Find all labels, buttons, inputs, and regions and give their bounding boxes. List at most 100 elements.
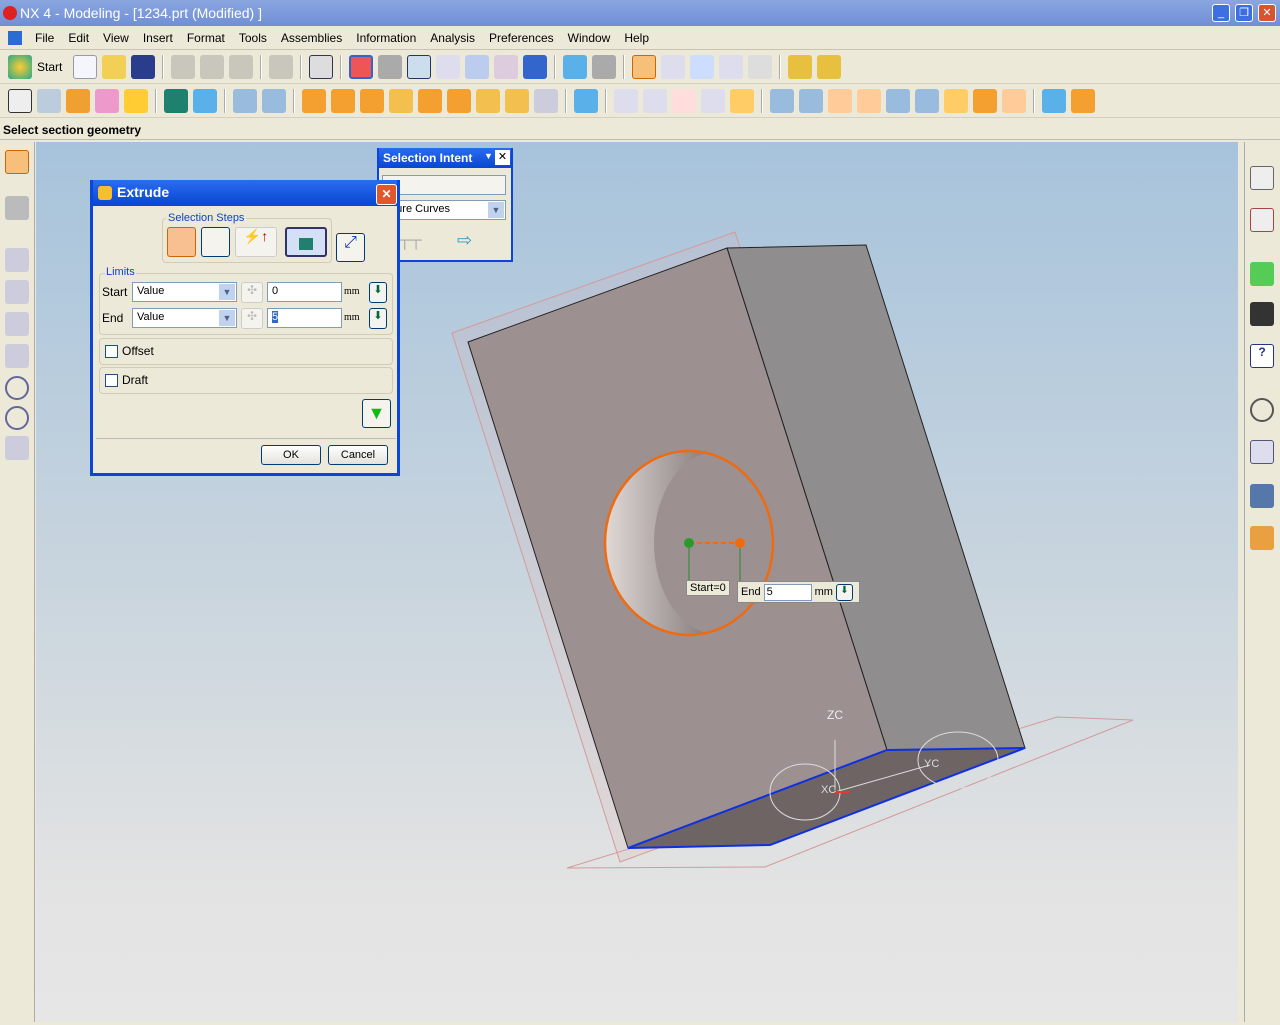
- revolve-icon[interactable]: [66, 89, 90, 113]
- boolean-icon[interactable]: [164, 89, 188, 113]
- history-icon[interactable]: [1250, 398, 1274, 422]
- crosshair-icon[interactable]: [5, 436, 29, 460]
- offset-face-icon[interactable]: [476, 89, 500, 113]
- fit-icon[interactable]: [349, 55, 374, 79]
- web-browser-icon[interactable]: [1250, 262, 1274, 286]
- line-chain-icon[interactable]: [5, 280, 29, 304]
- section-step-button[interactable]: [167, 227, 196, 257]
- process-studio-icon[interactable]: [1250, 484, 1274, 508]
- expand-dialog-button[interactable]: ▼: [362, 399, 391, 428]
- curve-icon[interactable]: [5, 312, 29, 336]
- sweep-icon[interactable]: [95, 89, 119, 113]
- end-type-select[interactable]: Value ▼: [132, 308, 237, 328]
- chamfer-icon[interactable]: [331, 89, 355, 113]
- edge-blend-icon[interactable]: [302, 89, 326, 113]
- arc-icon[interactable]: [643, 89, 667, 113]
- ok-button[interactable]: OK: [261, 445, 321, 465]
- spline-icon[interactable]: [701, 89, 725, 113]
- boss-icon[interactable]: [262, 89, 286, 113]
- sketch-icon[interactable]: [8, 89, 32, 113]
- bounded-plane-icon[interactable]: [886, 89, 910, 113]
- training-icon[interactable]: [1250, 302, 1274, 326]
- menu-assemblies[interactable]: Assemblies: [274, 31, 349, 45]
- project-curve-icon[interactable]: [730, 89, 754, 113]
- offset-curve-icon[interactable]: [672, 89, 696, 113]
- render-style-icon[interactable]: [592, 55, 617, 79]
- minimize-button[interactable]: _: [1212, 4, 1230, 22]
- start-button[interactable]: Start: [37, 60, 62, 74]
- pocket-icon[interactable]: [418, 89, 442, 113]
- split-icon[interactable]: [534, 89, 558, 113]
- surface-icon[interactable]: [770, 89, 794, 113]
- end-tag-input[interactable]: 5: [763, 583, 812, 601]
- open-icon[interactable]: [102, 55, 127, 79]
- measure-angle-icon[interactable]: [817, 55, 842, 79]
- close-button[interactable]: ✕: [1258, 4, 1276, 22]
- menu-preferences[interactable]: Preferences: [482, 31, 561, 45]
- draft-checkbox[interactable]: [105, 374, 118, 387]
- cancel-button[interactable]: Cancel: [328, 445, 388, 465]
- snap-point-icon[interactable]: [661, 55, 686, 79]
- part-navigator-icon[interactable]: [1250, 208, 1274, 232]
- offset-checkbox[interactable]: [105, 345, 118, 358]
- menu-file[interactable]: File: [28, 31, 61, 45]
- help-icon[interactable]: ?: [1250, 344, 1274, 368]
- through-curves-icon[interactable]: [828, 89, 852, 113]
- reverse-direction-button[interactable]: ⤢: [336, 233, 365, 262]
- sew-icon[interactable]: [915, 89, 939, 113]
- roles-icon[interactable]: [1250, 526, 1274, 550]
- menu-window[interactable]: Window: [561, 31, 618, 45]
- shell-icon[interactable]: [389, 89, 413, 113]
- menu-analysis[interactable]: Analysis: [423, 31, 482, 45]
- pan-icon[interactable]: [494, 55, 519, 79]
- pattern-icon[interactable]: [574, 89, 598, 113]
- sketch-section-button[interactable]: [201, 227, 230, 257]
- end-handle[interactable]: [735, 538, 745, 548]
- end-point-button[interactable]: ✣: [241, 308, 263, 329]
- select-icon[interactable]: [5, 150, 29, 174]
- paste-icon[interactable]: [229, 55, 254, 79]
- close-icon[interactable]: ✕: [495, 150, 510, 165]
- start-icon[interactable]: [8, 55, 32, 79]
- extension-icon[interactable]: [1002, 89, 1026, 113]
- point-icon[interactable]: [5, 376, 29, 400]
- offset-surface-icon[interactable]: [1042, 89, 1066, 113]
- copy-icon[interactable]: [200, 55, 225, 79]
- circle-icon[interactable]: [5, 406, 29, 430]
- pad-icon[interactable]: [447, 89, 471, 113]
- trim-sheet-icon[interactable]: [973, 89, 997, 113]
- face-blend-icon[interactable]: [360, 89, 384, 113]
- maximize-button[interactable]: ❐: [1235, 4, 1253, 22]
- end-tag-menu-button[interactable]: ⬇: [835, 583, 853, 601]
- tangent-curves-icon[interactable]: ┬┬: [399, 232, 423, 252]
- start-value-input[interactable]: 0: [267, 282, 342, 302]
- menu-tools[interactable]: Tools: [232, 31, 274, 45]
- direction-button[interactable]: ⚡↑: [235, 227, 277, 257]
- hole-icon[interactable]: [233, 89, 257, 113]
- selection-filter-icon[interactable]: [632, 55, 657, 79]
- draft-icon[interactable]: [1071, 89, 1095, 113]
- zoom-icon[interactable]: [436, 55, 461, 79]
- menu-edit[interactable]: Edit: [61, 31, 96, 45]
- menu-help[interactable]: Help: [617, 31, 656, 45]
- thicken-icon[interactable]: [944, 89, 968, 113]
- cut-icon[interactable]: [171, 55, 196, 79]
- line-tool-icon[interactable]: [5, 248, 29, 272]
- scale-icon[interactable]: [505, 89, 529, 113]
- zoom-area-icon[interactable]: [378, 55, 403, 79]
- start-type-select[interactable]: Value ▼: [132, 282, 237, 302]
- tangent-icon[interactable]: [5, 344, 29, 368]
- show-hide-icon[interactable]: [748, 55, 773, 79]
- orient-view-icon[interactable]: [563, 55, 588, 79]
- mesh-surface-icon[interactable]: [799, 89, 823, 113]
- menu-insert[interactable]: Insert: [136, 31, 180, 45]
- start-point-button[interactable]: ✣: [241, 282, 263, 303]
- close-button[interactable]: ✕: [376, 184, 397, 205]
- view-icon[interactable]: [523, 55, 548, 79]
- zoom-window-icon[interactable]: [407, 55, 432, 79]
- start-menu-button[interactable]: ⬇: [369, 282, 387, 303]
- curve-rule-select[interactable]: ature Curves ▼: [382, 200, 506, 220]
- wcs-icon[interactable]: [690, 55, 715, 79]
- new-icon[interactable]: [73, 55, 98, 79]
- menu-view[interactable]: View: [96, 31, 136, 45]
